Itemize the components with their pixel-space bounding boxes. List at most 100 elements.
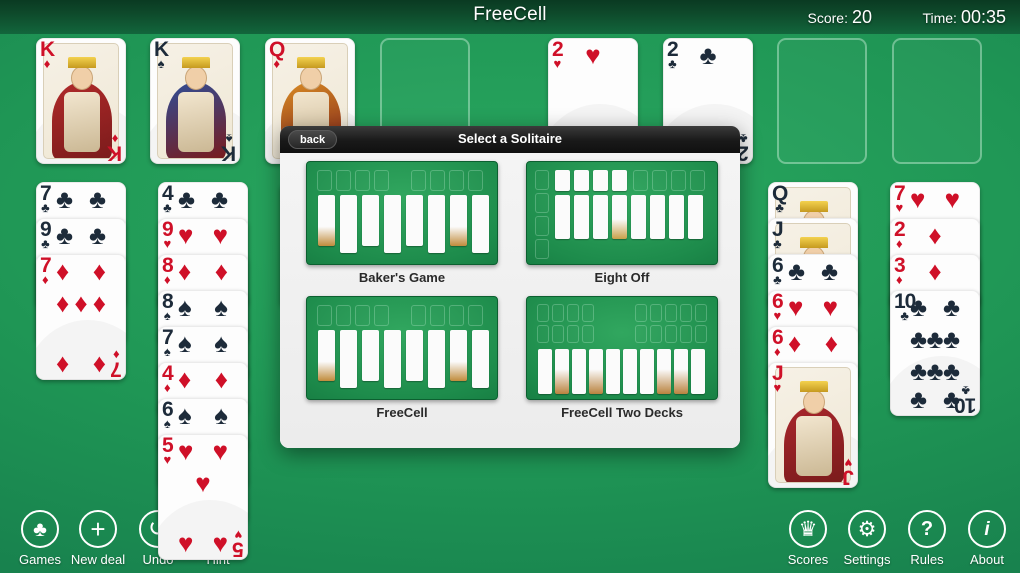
tableau-column-8[interactable]: 7♥7♥♥♥♥♥♥♥♥2♦2♦♦♦3♦3♦♦♦♦10♣10♣♣♣♣♣♣♣♣♣♣♣: [890, 182, 980, 502]
thumbnail-foundation-slot: [671, 170, 686, 191]
card-5-tableau-column-2[interactable]: 5 ♥ 5 ♥ ♥ ♥ ♥ ♥ ♥: [158, 434, 248, 560]
thumbnail-foundation-slot: [695, 325, 707, 343]
game-thumbnail[interactable]: [306, 161, 498, 265]
game-thumbnail[interactable]: [306, 296, 498, 400]
card-pip: ♦: [56, 348, 70, 378]
card-suit-spades: ♠: [225, 130, 233, 146]
card-pip: ♣: [178, 184, 196, 214]
free-cell-2[interactable]: K ♠ K ♠: [150, 38, 240, 164]
option-bakers-game[interactable]: Baker's Game: [306, 161, 498, 285]
card-corner-tl: K ♠: [154, 39, 169, 72]
card-corner-tl: 2 ♥: [552, 39, 564, 72]
thumbnail-tableau-card: [606, 349, 620, 394]
card-pip: ♥: [788, 292, 804, 322]
thumbnail-foundation-slot: [665, 304, 677, 322]
dialog-title: Select a Solitaire: [457, 131, 563, 146]
thumbnail-free-cell-slot: [336, 305, 351, 326]
thumbnail-tableau-card: [428, 195, 445, 253]
thumbnail-foundation-slot: [468, 170, 483, 191]
score-value: 20: [851, 7, 872, 27]
card-pip: ♦: [178, 256, 192, 286]
thumbnail-foundation-slot: [449, 170, 464, 191]
option-freecell[interactable]: FreeCell: [306, 296, 498, 420]
thumbnail-foundation-slot: [633, 170, 648, 191]
thumbnail-tableau-card: [318, 195, 335, 246]
card-suit-hearts: ♥: [163, 452, 172, 468]
face-crown: [68, 57, 96, 68]
card-suit-clubs: ♣: [773, 236, 782, 252]
thumbnail-tableau-card: [691, 349, 705, 394]
card-pip: ♦: [824, 328, 838, 358]
free-cell-1[interactable]: K ♦ K ♦: [36, 38, 126, 164]
tableau-column-2[interactable]: 4♣4♣♣♣♣♣9♥9♥♥♥♥♥♥♥♥♥♥8♦8♦♦♦♦♦♦♦♦♦8♠8♠♠♠♠…: [158, 182, 248, 560]
card-corner-br: K ♠: [222, 130, 236, 164]
time-label: Time:: [922, 10, 957, 26]
thumbnail-tableau-card: [450, 330, 467, 381]
thumbnail-tableau-card: [472, 195, 489, 253]
foundation-3[interactable]: [777, 38, 867, 164]
card-pip: ♦: [788, 328, 802, 358]
card-suit-clubs: ♣: [961, 382, 970, 398]
face-crown: [800, 237, 828, 248]
card-suit-hearts: ♥: [553, 56, 562, 72]
thumbnail-tableau-card: [340, 195, 357, 253]
game-option-label: FreeCell: [376, 405, 428, 420]
game-thumbnail[interactable]: [526, 161, 718, 265]
card-corner-tl: Q ♦: [269, 39, 285, 70]
card-pip: ♣: [942, 324, 960, 354]
thumbnail-tableau-card: [362, 330, 379, 381]
option-eight-off[interactable]: Eight Off: [526, 161, 718, 285]
foundation-4[interactable]: [892, 38, 982, 164]
game-thumbnail[interactable]: [526, 296, 718, 400]
card-pip: ♣: [910, 356, 928, 386]
card-suit-diamonds: ♦: [111, 130, 119, 146]
card-pip: ♣: [942, 292, 960, 322]
card-suit-spades: ♠: [157, 56, 165, 72]
thumbnail-free-cell-slot: [535, 170, 549, 190]
score-display: Score: 20: [808, 7, 873, 28]
face-crown: [800, 381, 828, 392]
card-suit-hearts: ♥: [234, 526, 243, 542]
thumbnail-card: [555, 170, 570, 191]
plus-icon: +: [79, 510, 117, 548]
thumbnail-foundation-slot: [411, 305, 426, 326]
face-crown: [800, 201, 828, 212]
card-corner-tl: K ♦: [40, 39, 55, 70]
thumbnail-tableau-card: [574, 195, 589, 239]
thumbnail-foundation-slot: [650, 325, 662, 343]
thumbnail-foundation-slot: [430, 170, 445, 191]
card-corner-br: 10 ♣: [955, 382, 976, 416]
thumbnail-tableau-card: [612, 195, 627, 239]
card-corner-br: J ♥: [843, 455, 854, 488]
card-corner-tl: 8 ♦: [162, 255, 174, 286]
thumbnail-free-cell-slot: [552, 325, 564, 343]
thumbnail-free-cell-slot: [582, 325, 594, 343]
tableau-column-7[interactable]: Q♣Q♣J♣J♣6♣6♣♣♣♣♣♣♣6♥6♥♥♥♥♥♥♥6♦6♦♦♦♦♦♦♦J♥…: [768, 182, 858, 502]
card-10-tableau-column-8[interactable]: 10 ♣ 10 ♣ ♣ ♣ ♣ ♣ ♣ ♣ ♣ ♣ ♣ ♣: [890, 290, 980, 416]
thumbnail-free-cell-slot: [535, 193, 549, 213]
thumbnail-free-cell-slot: [537, 325, 549, 343]
card-pip: ♦: [92, 348, 106, 378]
card-7-tableau-column-1[interactable]: 7 ♦ 7 ♦ ♦ ♦ ♦ ♦ ♦ ♦ ♦: [36, 254, 126, 380]
option-freecell-two-decks[interactable]: FreeCell Two Decks: [526, 296, 718, 420]
thumbnail-free-cell-slot: [535, 216, 549, 236]
card-pip: ♣: [788, 256, 806, 286]
bottom-toolbar: ♣Games+New deal↺Undo●Hint♛Scores⚙Setting…: [0, 501, 1020, 573]
thumbnail-free-cell-slot: [567, 325, 579, 343]
about-button[interactable]: i About: [950, 510, 1020, 567]
card-corner-tl: J ♣: [772, 219, 784, 252]
face-head: [300, 66, 322, 90]
card-corner-tl: 6 ♠: [162, 399, 174, 430]
card-suit-diamonds: ♦: [896, 236, 903, 252]
card-corner-br: K ♦: [108, 130, 122, 164]
top-status-bar: FreeCell Score: 20 Time: 00:35: [0, 0, 1020, 34]
thumbnail-tableau-card: [657, 349, 671, 394]
card-suit-hearts: ♥: [163, 236, 172, 252]
face-crown: [297, 57, 325, 68]
tableau-column-1[interactable]: 7♣7♣♣♣♣♣♣♣♣9♣9♣♣♣♣♣♣♣♣♣♣7♦7♦♦♦♦♦♦♦♦: [36, 182, 126, 502]
card-J-tableau-column-7[interactable]: J ♥ J ♥: [768, 362, 858, 488]
card-suit-clubs: ♣: [41, 236, 50, 252]
card-pip: ♦: [92, 288, 106, 318]
face-robe-trim: [178, 92, 214, 152]
card-pip: ♣: [926, 356, 944, 386]
